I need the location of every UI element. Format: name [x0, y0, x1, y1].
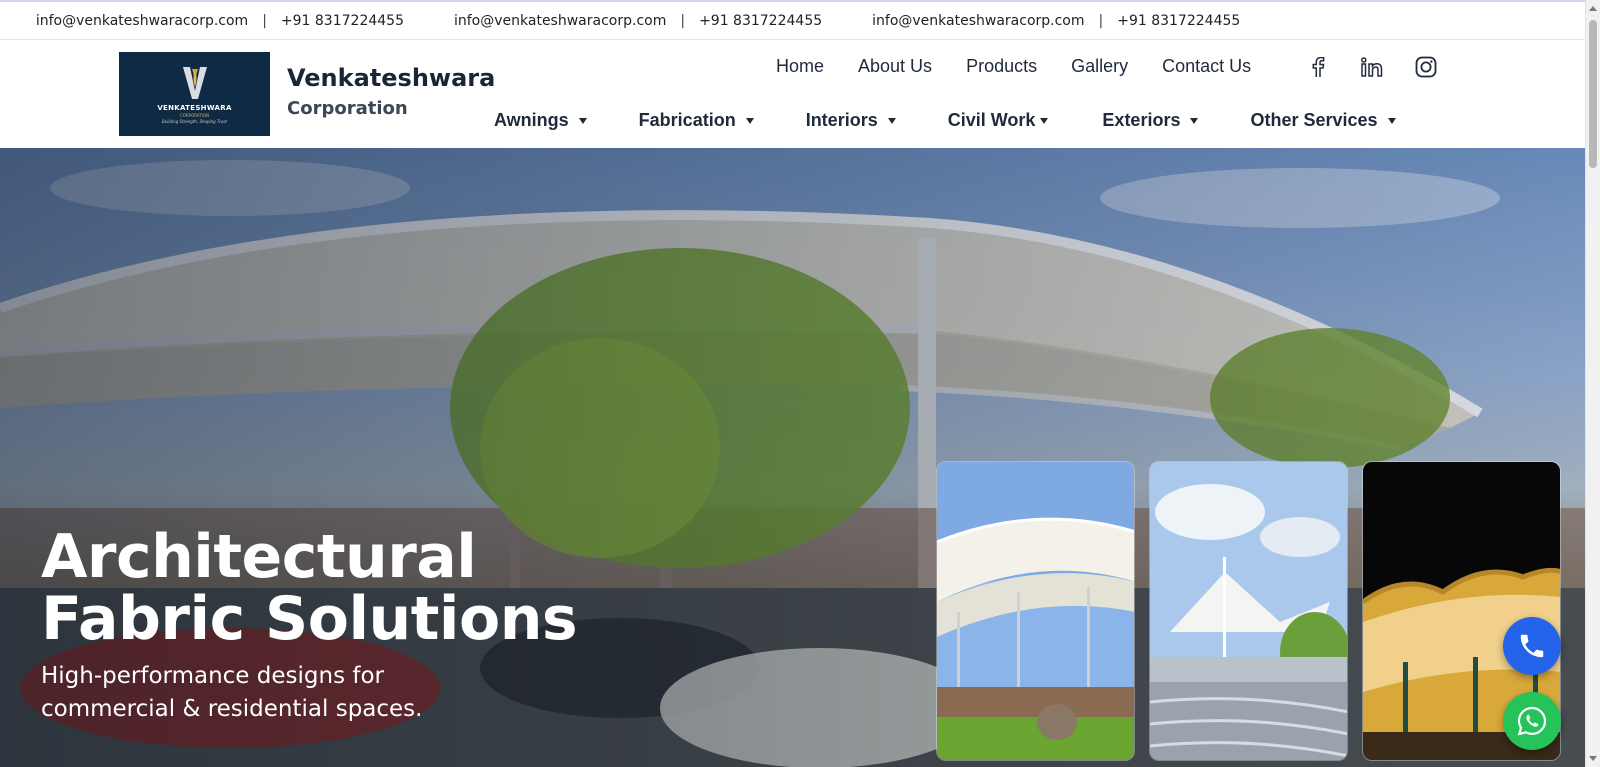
caret-down-icon — [887, 117, 896, 124]
membrane-structure-image — [1150, 462, 1347, 760]
menu-other-services[interactable]: Other Services — [1250, 110, 1396, 131]
facebook-icon[interactable] — [1305, 54, 1331, 80]
menu-exteriors[interactable]: Exteriors — [1102, 110, 1199, 131]
nav-contact-us[interactable]: Contact Us — [1162, 56, 1251, 77]
menu-label: Interiors — [805, 110, 878, 130]
scroll-down-icon[interactable] — [1589, 756, 1597, 761]
scroll-thumb[interactable] — [1589, 20, 1597, 168]
instagram-icon[interactable] — [1413, 54, 1439, 80]
hero-title: Architectural Fabric Solutions — [41, 522, 578, 654]
phone-icon — [1520, 634, 1544, 658]
linkedin-icon[interactable] — [1359, 54, 1385, 80]
menu-interiors[interactable]: Interiors — [806, 110, 896, 131]
menu-label: Other Services — [1250, 110, 1378, 130]
nav-products[interactable]: Products — [966, 56, 1037, 77]
caret-down-icon — [1040, 117, 1049, 124]
ticker-entry: info@venkateshwaracorp.com | +91 8317224… — [872, 13, 1240, 29]
gallery-card-membrane-structure[interactable] — [1149, 461, 1348, 761]
ticker-phone[interactable]: +91 8317224455 — [699, 13, 822, 29]
ticker-separator: | — [1098, 13, 1104, 29]
menu-civil-work[interactable]: Civil Work — [948, 110, 1049, 131]
caret-down-icon — [1190, 117, 1199, 124]
ticker-email[interactable]: info@venkateshwaracorp.com — [454, 13, 666, 29]
menu-label: Civil Work — [947, 110, 1036, 130]
hero-banner: Architectural Fabric Solutions High-perf… — [0, 148, 1585, 767]
ticker-email[interactable]: info@venkateshwaracorp.com — [872, 13, 1084, 29]
services-nav: Awnings Fabrication Interiors Civil Work… — [494, 110, 1396, 131]
scroll-up-icon[interactable] — [1589, 6, 1597, 11]
brand-name[interactable]: Venkateshwara — [287, 64, 495, 92]
page-scrollbar[interactable] — [1585, 0, 1600, 767]
ticker-phone[interactable]: +91 8317224455 — [1117, 13, 1240, 29]
logo[interactable]: VENKATESHWARA CORPORATION Building Stren… — [119, 52, 270, 136]
ticker-separator: | — [262, 13, 267, 29]
caret-down-icon — [578, 117, 587, 124]
menu-label: Awnings — [494, 110, 569, 130]
whatsapp-button[interactable] — [1503, 692, 1561, 750]
logo-wordmark: VENKATESHWARA — [157, 103, 232, 112]
logo-subtext: CORPORATION — [179, 112, 210, 118]
brand-subtitle: Corporation — [287, 98, 408, 119]
menu-fabrication[interactable]: Fabrication — [639, 110, 754, 131]
hero-subtitle: High-performance designs for commercial … — [41, 663, 423, 722]
logo-emblem-icon — [182, 66, 207, 99]
menu-label: Exteriors — [1102, 110, 1181, 130]
ticker-email[interactable]: info@venkateshwaracorp.com — [36, 13, 248, 29]
nav-about-us[interactable]: About Us — [858, 56, 932, 77]
site-header: VENKATESHWARA CORPORATION Building Stren… — [0, 40, 1585, 148]
menu-label: Fabrication — [638, 110, 736, 130]
nav-home[interactable]: Home — [776, 56, 824, 77]
nav-gallery[interactable]: Gallery — [1071, 56, 1128, 77]
ticker-phone[interactable]: +91 8317224455 — [281, 13, 404, 29]
top-nav: Home About Us Products Gallery Contact U… — [776, 56, 1285, 77]
gallery-card-tensile-canopy[interactable] — [936, 461, 1135, 761]
call-button[interactable] — [1503, 617, 1561, 675]
ticker-separator: | — [680, 13, 686, 29]
ticker-entry: info@venkateshwaracorp.com | +91 8317224… — [36, 13, 404, 29]
logo-tagline: Building Strength, Shaping Trust — [162, 118, 227, 124]
menu-awnings[interactable]: Awnings — [494, 110, 587, 131]
caret-down-icon — [1387, 117, 1396, 124]
contact-ticker: 55 info@venkateshwaracorp.com | +91 8317… — [0, 0, 1585, 40]
caret-down-icon — [745, 117, 754, 124]
whatsapp-icon — [1517, 706, 1547, 736]
tensile-canopy-image — [937, 462, 1134, 760]
ticker-entry: info@venkateshwaracorp.com | +91 8317224… — [454, 13, 822, 29]
